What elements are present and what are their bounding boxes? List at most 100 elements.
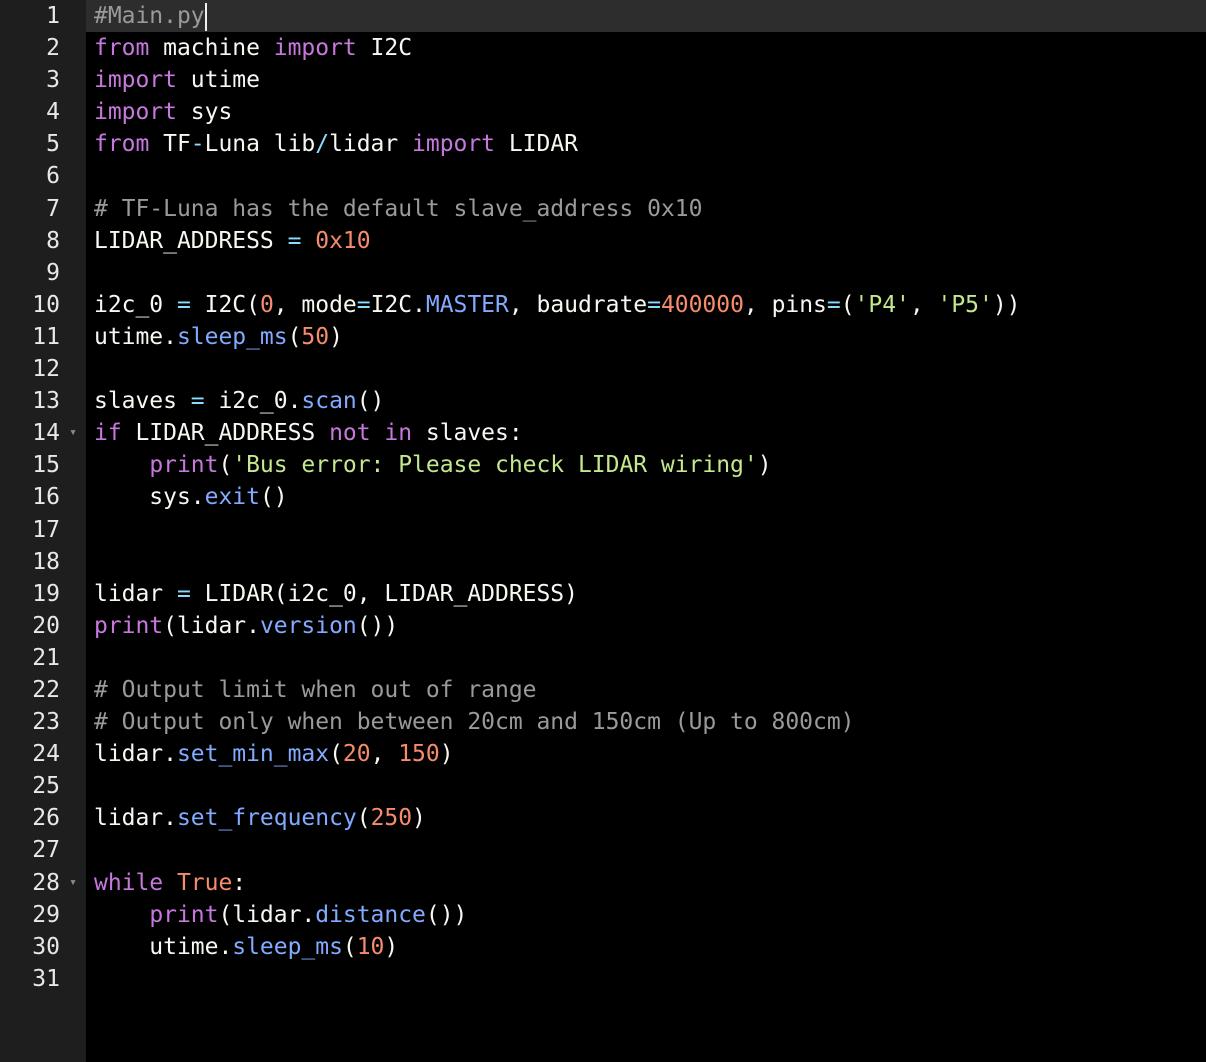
code-line[interactable]: 9 (0, 257, 1206, 289)
code-token: , (370, 741, 399, 768)
code-token: 250 (370, 805, 413, 832)
code-token: = (190, 388, 205, 415)
code-line[interactable]: 15 print('Bus error: Please check LIDAR … (0, 449, 1206, 481)
code-line[interactable]: 17 (0, 514, 1206, 546)
line-number: 16 (32, 484, 60, 511)
code-token: #Main.py (94, 3, 205, 29)
code-token: set_frequency (176, 805, 357, 832)
code-text: slaves = i2c_0.scan() (94, 385, 384, 417)
code-line[interactable]: 5 from TF-Luna lib/lidar import LIDAR (0, 128, 1206, 160)
line-number: 18 (32, 548, 60, 575)
code-token: 0x10 (315, 227, 371, 254)
line-number: 7 (46, 195, 60, 222)
code-line[interactable]: 29 print(lidar.distance()) (0, 899, 1206, 931)
code-token: ( (840, 291, 855, 318)
code-token: slaves: (412, 420, 523, 447)
code-line[interactable]: 28 ▾ while True: (0, 867, 1206, 899)
code-token: 10 (356, 933, 385, 960)
code-token: ) (384, 933, 399, 960)
fold-arrow-icon[interactable]: ▾ (66, 867, 80, 899)
code-token: exit (204, 484, 260, 511)
code-token: I2C (356, 35, 413, 62)
code-token: while (94, 869, 164, 896)
code-line[interactable]: 18 (0, 546, 1206, 578)
line-number: 31 (32, 965, 60, 992)
code-line[interactable]: 16 sys.exit() (0, 481, 1206, 513)
code-line[interactable]: 12 (0, 353, 1206, 385)
code-token: I2C( (190, 291, 260, 318)
line-number: 25 (32, 773, 60, 800)
code-line[interactable]: 25 (0, 770, 1206, 802)
code-token: scan (301, 388, 357, 415)
code-token: (lidar. (163, 612, 260, 639)
code-token: import (273, 35, 357, 62)
line-number: 5 (46, 131, 60, 158)
code-line[interactable]: 8 LIDAR_ADDRESS = 0x10 (0, 225, 1206, 257)
code-token: ( (218, 452, 233, 479)
line-number: 2 (46, 35, 60, 62)
code-text: while True: (94, 867, 246, 899)
line-number: 14 (32, 420, 60, 447)
code-line[interactable]: 21 (0, 642, 1206, 674)
line-number: 6 (46, 163, 60, 190)
code-text: from TF-Luna lib/lidar import LIDAR (94, 128, 578, 160)
code-line[interactable]: 7 # TF-Luna has the default slave_address… (0, 193, 1206, 225)
code-token: = (647, 291, 661, 318)
code-line[interactable]: 6 (0, 160, 1206, 192)
code-line[interactable]: 3 import utime (0, 64, 1206, 96)
code-text: print(lidar.distance()) (94, 899, 467, 931)
code-editor[interactable]: 1 #Main.py 2 from machine import I2C 3 import… (0, 0, 1206, 1062)
code-line[interactable]: 11 utime.sleep_ms(50) (0, 321, 1206, 353)
code-token: print (149, 452, 219, 479)
line-number: 20 (32, 612, 60, 639)
code-text: if LIDAR_ADDRESS not in slaves: (94, 417, 523, 449)
code-line[interactable]: 19 lidar = LIDAR(i2c_0, LIDAR_ADDRESS) (0, 578, 1206, 610)
code-text: from machine import I2C (94, 32, 412, 64)
code-line[interactable]: 1 #Main.py (0, 0, 1206, 32)
line-number: 27 (32, 837, 60, 864)
code-line[interactable]: 26 lidar.set_frequency(250) (0, 802, 1206, 834)
code-token: , mode (273, 291, 357, 318)
code-token: machine (149, 35, 274, 62)
code-token: 20 (342, 741, 371, 768)
code-token: LIDAR(i2c_0, LIDAR_ADDRESS) (190, 580, 578, 607)
line-number: 24 (32, 741, 60, 768)
code-line[interactable]: 20 print(lidar.version()) (0, 610, 1206, 642)
code-line[interactable]: 24 lidar.set_min_max(20, 150) (0, 738, 1206, 770)
line-number: 9 (46, 259, 60, 286)
code-lines[interactable]: 1 #Main.py 2 from machine import I2C 3 import… (0, 0, 1206, 995)
code-text: sys.exit() (94, 481, 287, 513)
code-line[interactable]: 13 slaves = i2c_0.scan() (0, 385, 1206, 417)
line-number: 21 (32, 644, 60, 671)
line-number: 17 (32, 516, 60, 543)
code-token: , (909, 291, 938, 318)
code-line[interactable]: 23 # Output only when between 20cm and 15… (0, 706, 1206, 738)
code-line[interactable]: 2 from machine import I2C (0, 32, 1206, 64)
code-line[interactable]: 30 utime.sleep_ms(10) (0, 931, 1206, 963)
code-text: # Output only when between 20cm and 150c… (94, 706, 855, 738)
code-token: sleep_ms (176, 323, 288, 350)
code-line[interactable]: 22 # Output limit when out of range (0, 674, 1206, 706)
code-token: i2c_0 (94, 291, 177, 318)
code-token: lidar. (94, 805, 177, 832)
code-text: i2c_0 = I2C(0, mode=I2C.MASTER, baudrate… (94, 289, 1021, 321)
code-line[interactable]: 10 i2c_0 = I2C(0, mode=I2C.MASTER, baudra… (0, 289, 1206, 321)
code-text: LIDAR_ADDRESS = 0x10 (94, 225, 371, 257)
code-token: 50 (301, 323, 330, 350)
fold-arrow-icon[interactable]: ▾ (66, 417, 80, 449)
line-number: 4 (46, 99, 60, 126)
code-token: version (259, 612, 357, 639)
code-line[interactable]: 31 (0, 963, 1206, 995)
code-line[interactable]: 27 (0, 834, 1206, 866)
code-token: LIDAR_ADDRESS (94, 227, 288, 254)
code-text: print(lidar.version()) (94, 610, 398, 642)
line-number: 19 (32, 580, 60, 607)
code-line[interactable]: 14 ▾ if LIDAR_ADDRESS not in slaves: (0, 417, 1206, 449)
code-token: - (190, 131, 205, 158)
code-line[interactable]: 4 import sys (0, 96, 1206, 128)
code-text: utime.sleep_ms(10) (94, 931, 398, 963)
line-number: 12 (32, 356, 60, 383)
code-token: # Output limit when out of range (94, 676, 537, 703)
